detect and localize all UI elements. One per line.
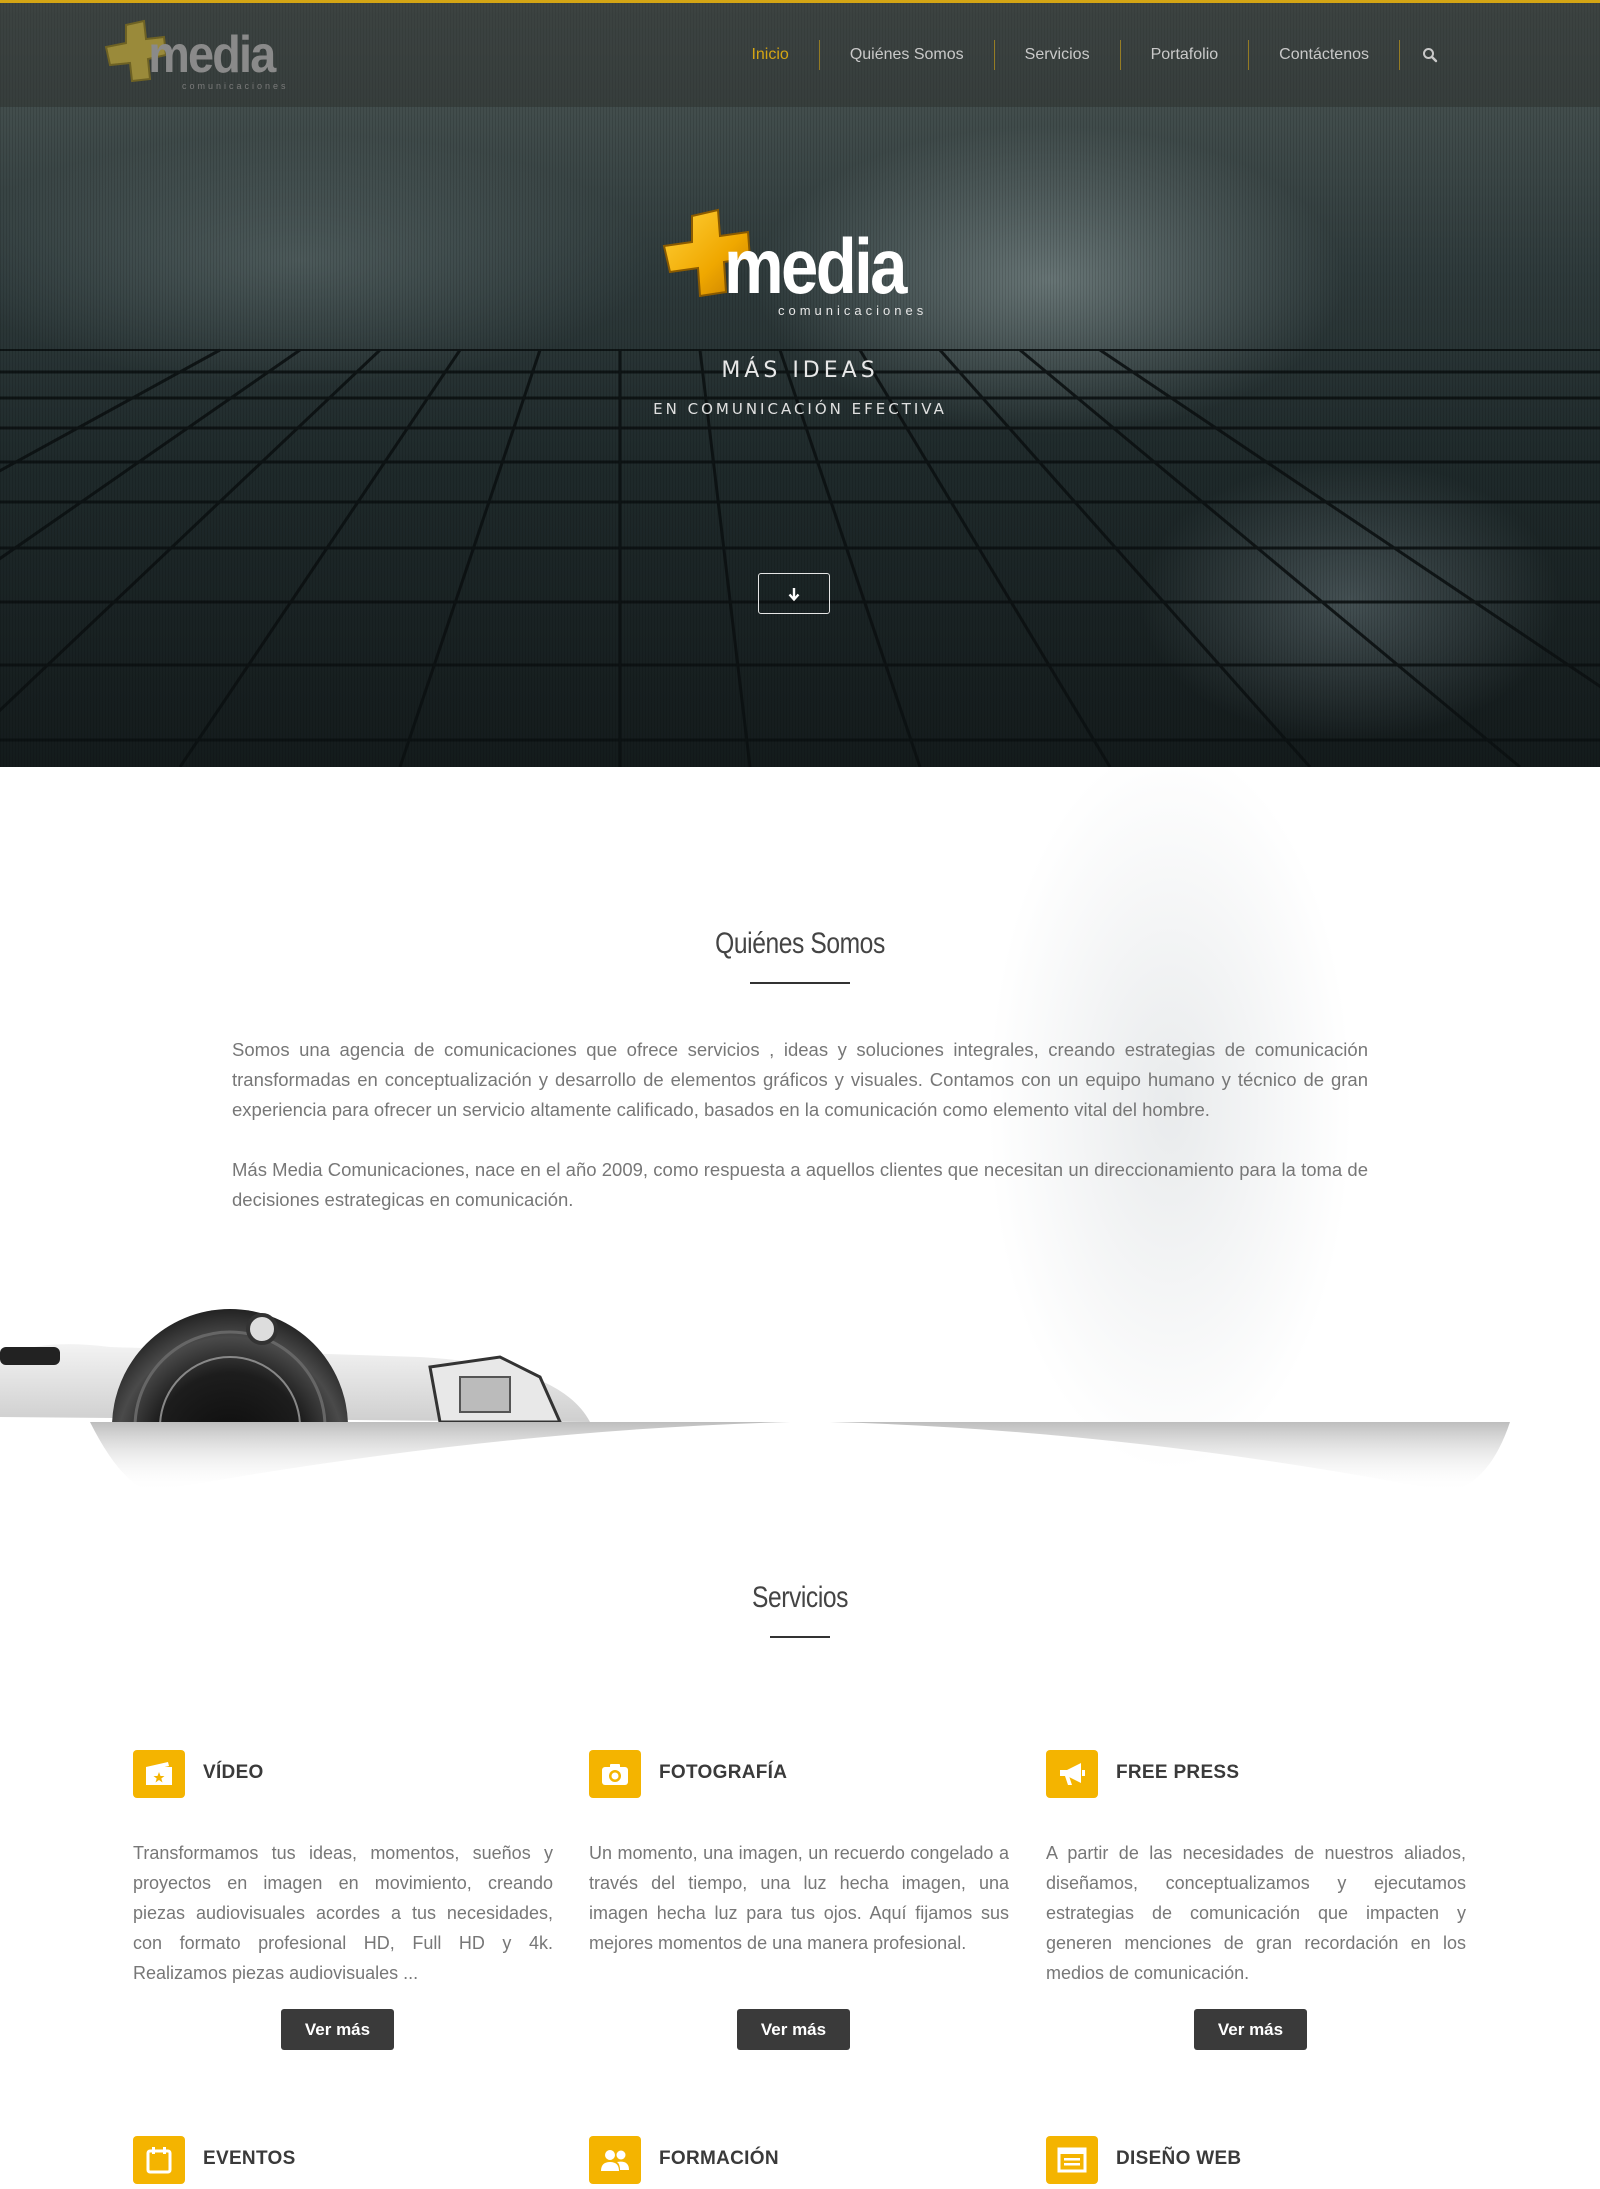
service-card-formacion: FORMACIÓN xyxy=(589,2136,1009,2189)
service-fotografia-more-button[interactable]: Ver más xyxy=(737,2009,850,2050)
camera-image xyxy=(0,1309,590,1422)
service-card-free-press: FREE PRESS A partir de las necesidades d… xyxy=(1046,1750,1466,2060)
svg-text:comunicaciones: comunicaciones xyxy=(182,81,289,91)
about-title: Quiénes Somos xyxy=(715,927,885,960)
svg-text:media: media xyxy=(148,26,276,84)
scroll-down-button[interactable] xyxy=(758,573,830,614)
megaphone-icon-glyph xyxy=(1060,1763,1085,1785)
service-title-fotografia: FOTOGRAFÍA xyxy=(659,1762,788,1783)
calendar-icon xyxy=(133,2136,185,2184)
logo-hero: media comunicaciones xyxy=(662,208,927,318)
calendar-icon-glyph xyxy=(146,2147,172,2174)
service-free-press-more-button[interactable]: Ver más xyxy=(1194,2009,1307,2050)
nav-item-contactenos[interactable]: Contáctenos xyxy=(1249,40,1400,70)
nav-item-quienes-somos[interactable]: Quiénes Somos xyxy=(820,40,995,70)
hero-title: MÁS IDEAS xyxy=(721,358,879,383)
about-paragraph-2: Más Media Comunicaciones, nace en el año… xyxy=(232,1159,1368,1210)
service-card-eventos: EVENTOS xyxy=(133,2136,553,2189)
hero-section: media comunicaciones Inicio Quiénes Somo… xyxy=(0,0,1600,767)
video-icon-glyph xyxy=(146,1762,172,1785)
nav-item-servicios[interactable]: Servicios xyxy=(995,40,1121,70)
section-divider-shadow xyxy=(90,1422,1510,1492)
web-design-icon-glyph xyxy=(1057,2147,1087,2173)
service-title-formacion: FORMACIÓN xyxy=(659,2148,779,2169)
services-title-rule xyxy=(770,1636,830,1638)
arrow-down-icon xyxy=(788,587,800,601)
search-icon xyxy=(1423,48,1438,63)
video-icon xyxy=(133,1750,185,1798)
scanline-overlay xyxy=(0,0,1600,767)
nav-search-button[interactable] xyxy=(1400,40,1460,70)
main-navbar: media comunicaciones Inicio Quiénes Somo… xyxy=(0,3,1600,107)
svg-text:comunicaciones: comunicaciones xyxy=(778,303,927,318)
about-paragraph-1: Somos una agencia de comunicaciones que … xyxy=(232,1039,1368,1120)
service-video-more-button[interactable]: Ver más xyxy=(281,2009,394,2050)
hero-subtitle: EN COMUNICACIÓN EFECTIVA xyxy=(653,400,947,418)
nav-menu: Inicio Quiénes Somos Servicios Portafoli… xyxy=(721,3,1460,107)
about-title-rule xyxy=(750,982,850,984)
service-text-free-press: A partir de las necesidades de nuestros … xyxy=(1046,1843,1466,1983)
svg-text:media: media xyxy=(724,223,908,310)
services-title: Servicios xyxy=(751,1581,849,1614)
service-title-diseno-web: DISEÑO WEB xyxy=(1116,2148,1242,2169)
web-design-icon xyxy=(1046,2136,1098,2184)
service-card-video: VÍDEO Transformamos tus ideas, momentos,… xyxy=(133,1750,553,2060)
nav-item-inicio[interactable]: Inicio xyxy=(721,40,820,70)
nav-item-portafolio[interactable]: Portafolio xyxy=(1121,40,1250,70)
service-title-video: VÍDEO xyxy=(203,1762,264,1783)
people-icon-glyph xyxy=(601,2150,629,2171)
service-title-eventos: EVENTOS xyxy=(203,2148,296,2169)
service-card-fotografia: FOTOGRAFÍA Un momento, una imagen, un re… xyxy=(589,1750,1009,2060)
service-title-free-press: FREE PRESS xyxy=(1116,1762,1240,1783)
logo-header[interactable]: media comunicaciones xyxy=(96,17,306,99)
megaphone-icon xyxy=(1046,1750,1098,1798)
camera-icon-glyph xyxy=(602,1764,628,1785)
camera-icon xyxy=(589,1750,641,1798)
service-card-diseno-web: DISEÑO WEB xyxy=(1046,2136,1466,2189)
people-icon xyxy=(589,2136,641,2184)
service-text-video: Transformamos tus ideas, momentos, sueño… xyxy=(133,1843,553,1983)
service-text-fotografia: Un momento, una imagen, un recuerdo cong… xyxy=(589,1843,1009,1953)
about-section: Quiénes Somos Somos una agencia de comun… xyxy=(0,767,1600,1567)
